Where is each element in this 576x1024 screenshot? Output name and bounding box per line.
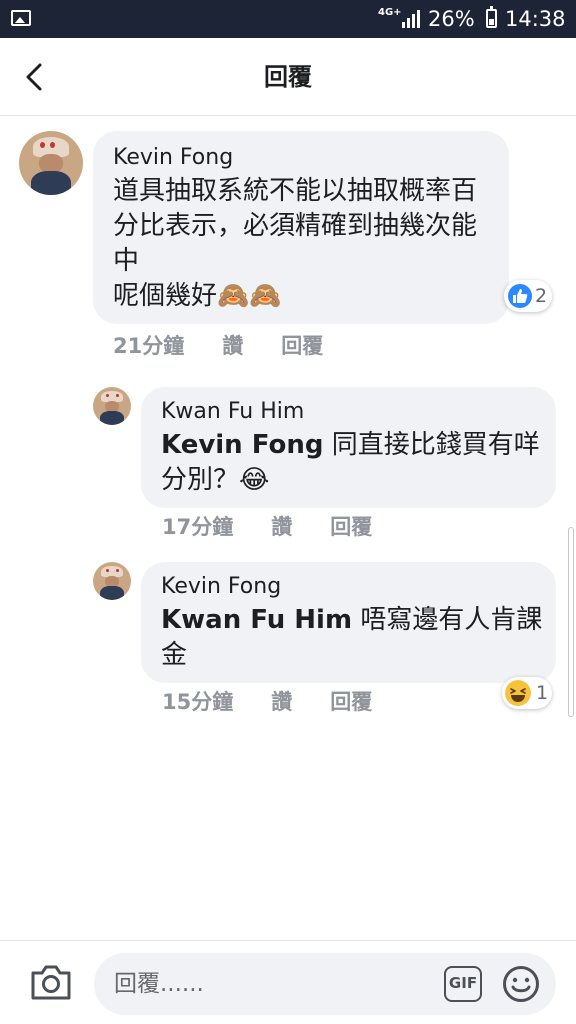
reaction-count: 2 <box>535 285 548 307</box>
like-icon <box>508 284 532 308</box>
reply-input-placeholder: 回覆...... <box>114 971 204 997</box>
reply-time: 15分鐘 <box>162 690 234 714</box>
reply-text: Kwan Fu Him 唔寫邊有人肯課 金 <box>161 603 551 673</box>
signal-icon <box>402 10 424 28</box>
scrollbar[interactable] <box>568 527 574 717</box>
avatar[interactable] <box>93 387 131 425</box>
comment-time: 21分鐘 <box>113 334 185 358</box>
reply-author[interactable]: Kwan Fu Him <box>161 398 304 426</box>
reply-button[interactable]: 回覆 <box>281 334 323 358</box>
clock: 14:38 <box>505 7 566 31</box>
avatar[interactable] <box>93 562 131 600</box>
like-button[interactable]: 讚 <box>222 334 243 358</box>
image-icon <box>11 10 31 26</box>
reply-meta: 17分鐘 讚 回覆 <box>162 513 410 541</box>
top-bar: 回覆 <box>0 38 576 116</box>
reaction-summary[interactable]: 1 <box>502 677 552 709</box>
battery-icon <box>486 6 497 28</box>
camera-icon[interactable] <box>30 963 72 1001</box>
comment-bubble[interactable]: Kevin Fong 道具抽取系統不能以抽取概率百 分比表示，必須精確到抽幾次能… <box>93 131 509 324</box>
reply-meta: 15分鐘 讚 回覆 <box>162 688 410 716</box>
page-title: 回覆 <box>264 63 312 91</box>
avatar[interactable] <box>19 131 83 195</box>
battery-percentage: 26% <box>428 7 475 31</box>
reaction-summary[interactable]: 2 <box>504 280 552 312</box>
comment-text: 道具抽取系統不能以抽取概率百 分比表示，必須精確到抽幾次能 中 呢個幾好🙈🙈 <box>113 176 478 311</box>
reply-text: Kevin Fong 同直接比錢買有咩 分別？😂 <box>161 428 551 498</box>
reaction-count: 1 <box>536 682 549 704</box>
reply-bubble[interactable]: Kwan Fu Him Kevin Fong 同直接比錢買有咩 分別？😂 <box>141 387 556 508</box>
reply-button[interactable]: 回覆 <box>330 690 372 714</box>
reply-time: 17分鐘 <box>162 515 234 539</box>
network-type: 4G+ <box>378 7 402 18</box>
status-bar: 4G+ 26% 14:38 <box>0 0 576 38</box>
mention-link[interactable]: Kevin Fong <box>161 430 323 460</box>
reply-bubble[interactable]: Kevin Fong Kwan Fu Him 唔寫邊有人肯課 金 <box>141 562 556 683</box>
emoji-icon[interactable] <box>502 965 540 1003</box>
reply-button[interactable]: 回覆 <box>330 515 372 539</box>
like-button[interactable]: 讚 <box>271 690 292 714</box>
like-button[interactable]: 讚 <box>271 515 292 539</box>
comment-meta: 21分鐘 讚 回覆 <box>113 332 361 360</box>
reply-author[interactable]: Kevin Fong <box>161 573 281 601</box>
reply-input[interactable]: 回覆...... GIF <box>94 953 556 1015</box>
gif-icon[interactable]: GIF <box>444 966 482 1002</box>
reply-composer: 回覆...... GIF <box>0 940 576 1024</box>
comment-author[interactable]: Kevin Fong <box>113 144 233 172</box>
haha-icon <box>505 680 531 706</box>
mention-link[interactable]: Kwan Fu Him <box>161 605 352 635</box>
